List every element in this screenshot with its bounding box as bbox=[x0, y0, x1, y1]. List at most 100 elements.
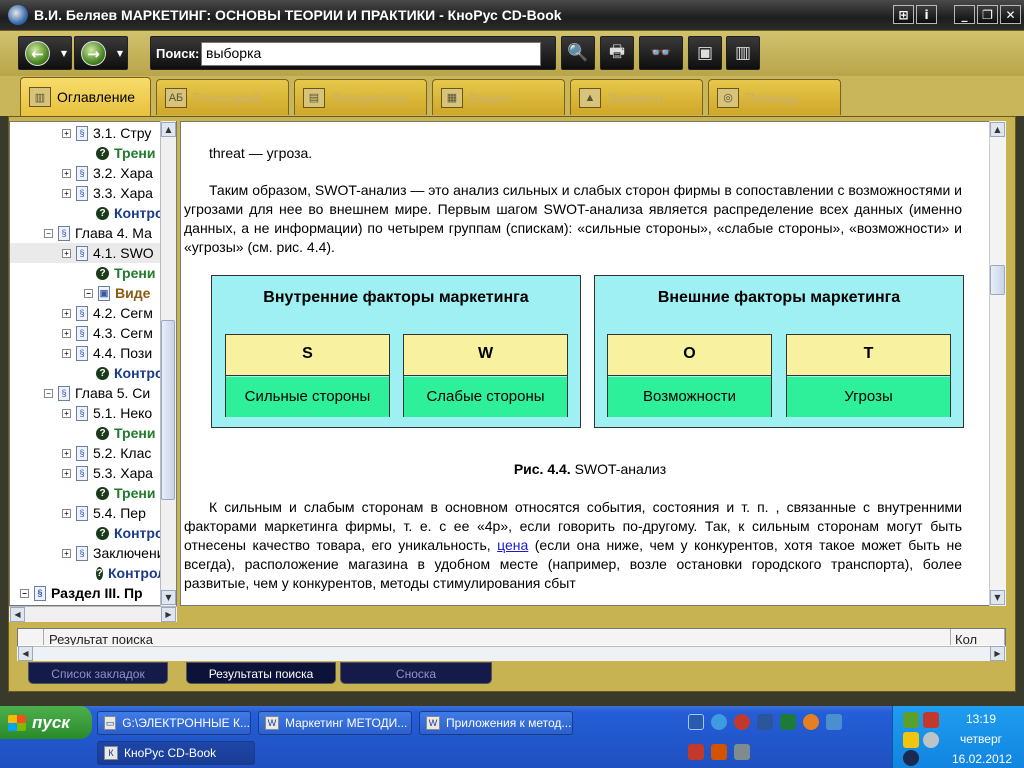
content-scroll-thumb[interactable] bbox=[990, 265, 1005, 295]
scroll-down-icon[interactable]: ▼ bbox=[161, 590, 176, 605]
tree-item[interactable]: + § 5.3. Хара bbox=[10, 463, 176, 483]
back-button[interactable]: ← ▼ bbox=[18, 36, 72, 70]
scroll-up-icon[interactable]: ▲ bbox=[990, 122, 1005, 137]
scroll-left-icon[interactable]: ◀ bbox=[18, 646, 33, 661]
tree-item[interactable]: − ▣ Виде bbox=[10, 283, 176, 303]
tab-help[interactable]: ◎ Помощь bbox=[708, 79, 841, 115]
tree-item[interactable]: ? Контрол bbox=[10, 363, 176, 383]
price-link[interactable]: цена bbox=[497, 537, 528, 553]
taskbar-item-word-2[interactable]: W Приложения к метод... bbox=[419, 711, 573, 735]
expand-toggle-icon[interactable]: + bbox=[62, 168, 71, 178]
tree-item[interactable]: + § 5.1. Неко bbox=[10, 403, 176, 423]
tab-footnote[interactable]: Сноска bbox=[340, 662, 492, 684]
tab-contents[interactable]: ▥ Оглавление bbox=[20, 77, 151, 116]
word-icon[interactable] bbox=[757, 714, 773, 730]
network-icon[interactable] bbox=[903, 712, 919, 728]
opera-icon[interactable] bbox=[734, 714, 750, 730]
contents-tree[interactable]: + § 3.1. Стру? Трени + § 3.2. Хара + § 3.3. Хара?… bbox=[9, 121, 177, 606]
expand-toggle-icon[interactable]: − bbox=[84, 288, 93, 298]
results-hscrollbar[interactable] bbox=[17, 646, 1006, 661]
app-launcher-icon[interactable] bbox=[826, 714, 842, 730]
scroll-right-icon[interactable]: ▶ bbox=[161, 607, 176, 622]
expand-toggle-icon[interactable]: + bbox=[62, 508, 71, 518]
ie-icon[interactable] bbox=[711, 714, 727, 730]
expand-toggle-icon[interactable]: + bbox=[62, 408, 71, 418]
tree-item[interactable]: + § 4.4. Пози bbox=[10, 343, 176, 363]
tree-item[interactable]: ? Контрол bbox=[10, 203, 176, 223]
dropdown-arrow-icon[interactable]: ▼ bbox=[61, 49, 67, 58]
expand-toggle-icon[interactable]: + bbox=[62, 328, 71, 338]
tab-glossary[interactable]: АБ Глоссарий bbox=[156, 79, 289, 115]
messenger-icon[interactable] bbox=[803, 714, 819, 730]
content-scrollbar[interactable] bbox=[989, 121, 1006, 606]
results-col-count[interactable]: Кол bbox=[951, 629, 1005, 645]
view-button[interactable]: 👓 bbox=[639, 36, 683, 70]
clock-time[interactable]: 13:19 bbox=[955, 712, 1007, 726]
expand-toggle-icon[interactable]: − bbox=[44, 388, 53, 398]
tree-item[interactable]: ? Контролы bbox=[10, 563, 176, 583]
desktop-icon[interactable] bbox=[688, 714, 704, 730]
taskbar-item-word-1[interactable]: W Маркетинг МЕТОДИ... bbox=[258, 711, 412, 735]
search-input[interactable]: выборка bbox=[201, 42, 541, 66]
tab-bookmarks[interactable]: Список закладок bbox=[28, 662, 168, 684]
volume-icon[interactable] bbox=[923, 732, 939, 748]
tree-item[interactable]: + § 4.1. SWO bbox=[10, 243, 176, 263]
security-icon[interactable] bbox=[923, 712, 939, 728]
close-button[interactable]: ✕ bbox=[1000, 5, 1021, 24]
info-button[interactable]: i bbox=[916, 5, 937, 24]
save-button[interactable]: ▣ bbox=[688, 36, 722, 70]
taskbar-item-cdbook[interactable]: К КноРус CD-Book bbox=[97, 741, 255, 765]
tree-item[interactable]: ? Контрол bbox=[10, 523, 176, 543]
tab-literature[interactable]: ▤ Литература bbox=[294, 79, 427, 115]
tree-item[interactable]: + § 5.2. Клас bbox=[10, 443, 176, 463]
tab-search-results[interactable]: Результаты поиска bbox=[186, 662, 336, 684]
tree-item[interactable]: − § Глава 4. Ма bbox=[10, 223, 176, 243]
expand-toggle-icon[interactable]: + bbox=[62, 348, 71, 358]
context-help-button[interactable]: ⊞ bbox=[893, 5, 914, 24]
tree-item[interactable]: + § 4.2. Сегм bbox=[10, 303, 176, 323]
expand-toggle-icon[interactable]: + bbox=[62, 188, 71, 198]
expand-toggle-icon[interactable]: − bbox=[20, 588, 29, 598]
tree-hscrollbar[interactable] bbox=[9, 606, 177, 622]
tree-item[interactable]: + § 3.2. Хара bbox=[10, 163, 176, 183]
keyboard-icon[interactable] bbox=[903, 732, 919, 748]
scroll-left-icon[interactable]: ◀ bbox=[10, 607, 25, 622]
maximize-button[interactable]: ❐ bbox=[977, 5, 998, 24]
antivirus-icon[interactable] bbox=[903, 750, 919, 766]
excel-icon[interactable] bbox=[780, 714, 796, 730]
forward-button[interactable]: → ▼ bbox=[74, 36, 128, 70]
tree-item[interactable]: ? Трени bbox=[10, 483, 176, 503]
expand-toggle-icon[interactable]: − bbox=[44, 228, 53, 238]
scroll-up-icon[interactable]: ▲ bbox=[161, 122, 176, 137]
tree-item[interactable]: ? Трени bbox=[10, 423, 176, 443]
minimize-button[interactable]: _ bbox=[954, 5, 975, 24]
scroll-down-icon[interactable]: ▼ bbox=[990, 590, 1005, 605]
media-icon[interactable] bbox=[688, 744, 704, 760]
expand-toggle-icon[interactable]: + bbox=[62, 448, 71, 458]
tab-video[interactable]: ▦ Видео bbox=[432, 79, 565, 115]
tree-item[interactable]: + § Заключени bbox=[10, 543, 176, 563]
scroll-right-icon[interactable]: ▶ bbox=[990, 646, 1005, 661]
printer-icon[interactable] bbox=[734, 744, 750, 760]
expand-toggle-icon[interactable]: + bbox=[62, 548, 71, 558]
tree-item[interactable]: + § 4.3. Сегм bbox=[10, 323, 176, 343]
expand-toggle-icon[interactable]: + bbox=[62, 128, 71, 138]
dropdown-arrow-icon[interactable]: ▼ bbox=[117, 49, 123, 58]
tree-item[interactable]: + § 5.4. Пер bbox=[10, 503, 176, 523]
tree-item[interactable]: + § 3.3. Хара bbox=[10, 183, 176, 203]
tree-item[interactable]: + § 3.1. Стру bbox=[10, 123, 176, 143]
tree-item[interactable]: ? Трени bbox=[10, 143, 176, 163]
start-button[interactable]: пуск bbox=[0, 706, 92, 739]
expand-toggle-icon[interactable]: + bbox=[62, 468, 71, 478]
tree-scroll-thumb[interactable] bbox=[161, 320, 175, 500]
print-button[interactable]: 🖶 bbox=[600, 36, 634, 70]
expand-toggle-icon[interactable]: + bbox=[62, 248, 71, 258]
results-col-result[interactable]: Результат поиска bbox=[44, 629, 951, 645]
tree-item[interactable]: − § Глава 5. Си bbox=[10, 383, 176, 403]
bookmark-button[interactable]: ▥ bbox=[726, 36, 760, 70]
taskbar-item-explorer[interactable]: ▭ G:\ЭЛЕКТРОННЫЕ К... bbox=[97, 711, 251, 735]
tree-item[interactable]: ? Трени bbox=[10, 263, 176, 283]
find-button[interactable]: 🔍 bbox=[561, 36, 595, 70]
paint-icon[interactable] bbox=[711, 744, 727, 760]
tree-item[interactable]: − § Раздел III. Пр bbox=[10, 583, 176, 603]
